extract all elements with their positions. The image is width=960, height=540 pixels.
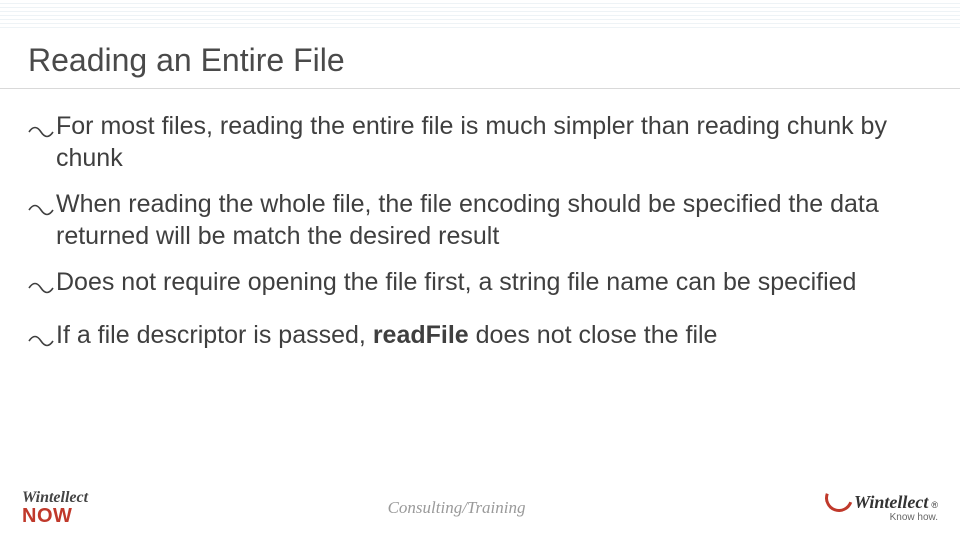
bullet-item: If a file descriptor is passed, readFile… [28,319,932,358]
bullet-glyph-icon [28,273,54,305]
title-underline [0,88,960,89]
bullet-text: Does not require opening the file first,… [56,266,932,298]
bullet-glyph-icon [28,117,54,149]
footer-tagline: Consulting/Training [388,498,526,518]
logo-wintellect-now: Wintellect NOW [22,490,88,526]
bullet-glyph-icon [28,326,54,358]
logo-left-top: Wintellect [22,490,88,506]
slide-footer: Wintellect NOW Consulting/Training Winte… [0,482,960,540]
bullet-text: For most files, reading the entire file … [56,110,932,174]
logo-right-name: Wintellect [854,493,928,511]
bullet-glyph-icon [28,195,54,227]
swoosh-icon [825,494,851,508]
header-stripes [0,0,960,28]
bullet-text: When reading the whole file, the file en… [56,188,932,252]
slide-title: Reading an Entire File [28,42,345,79]
logo-left-bottom: NOW [22,506,88,526]
registered-mark: ® [931,501,938,510]
slide-body: For most files, reading the entire file … [28,110,932,372]
bullet-item: Does not require opening the file first,… [28,266,932,305]
logo-wintellect: Wintellect® Know how. [825,493,938,523]
bullet-item: For most files, reading the entire file … [28,110,932,174]
bullet-item: When reading the whole file, the file en… [28,188,932,252]
logo-right-tag: Know how. [890,513,938,523]
bullet-text: If a file descriptor is passed, readFile… [56,319,932,351]
